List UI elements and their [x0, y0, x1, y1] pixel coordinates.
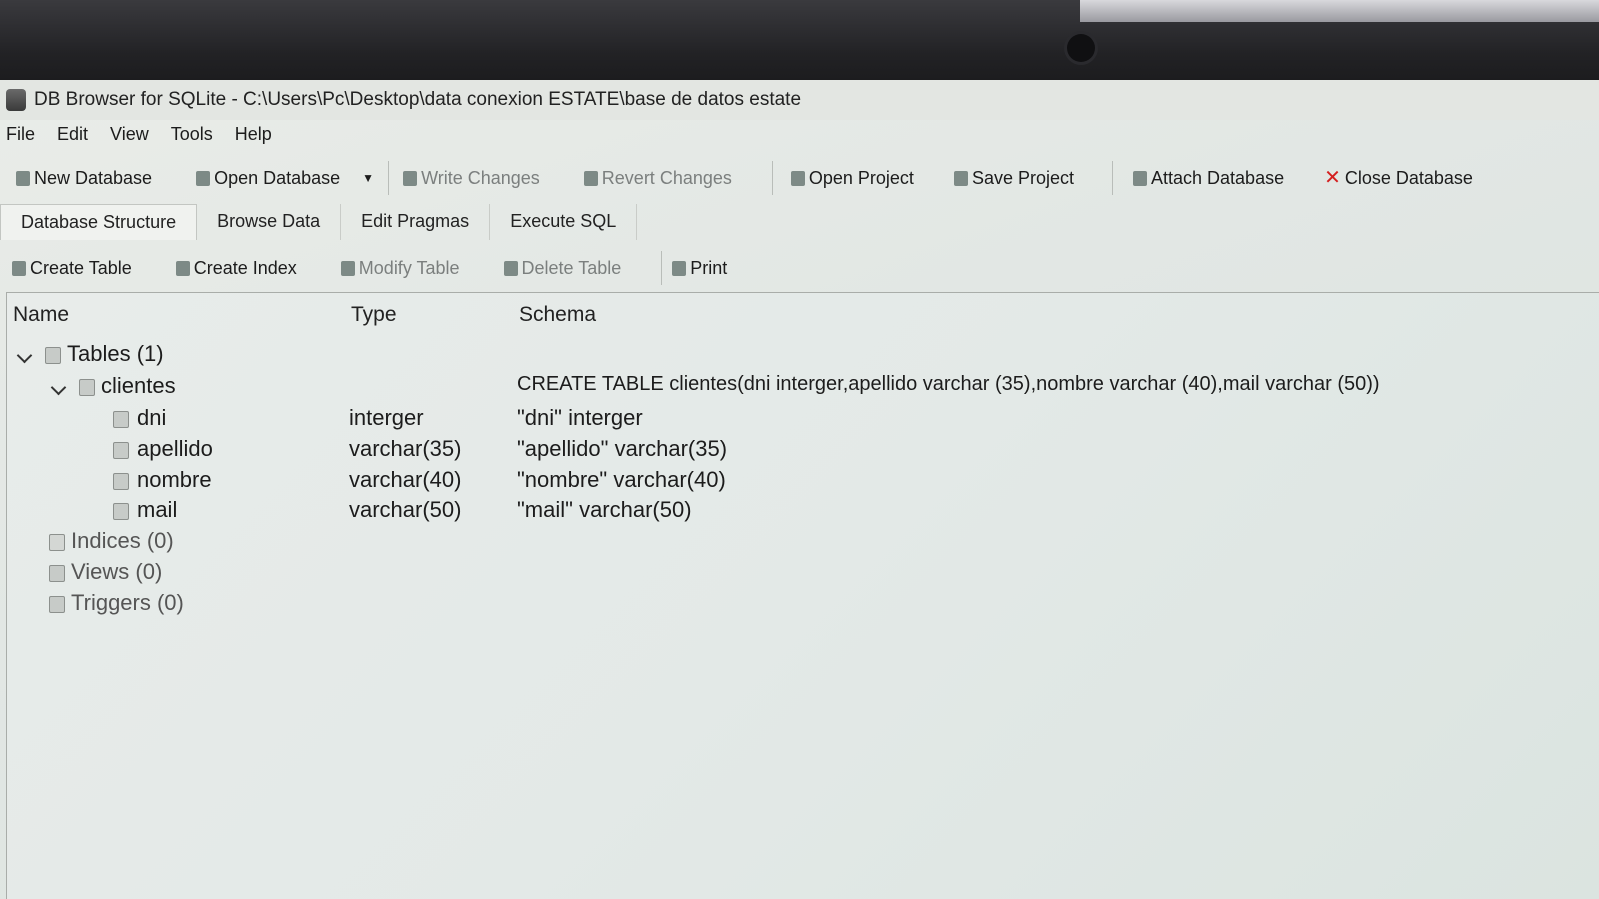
menu-bar: File Edit View Tools Help — [0, 120, 272, 148]
menu-view[interactable]: View — [110, 124, 149, 145]
tree-item-field[interactable]: mail varchar(50) "mail" varchar(50) — [7, 497, 1599, 527]
delete-table-button[interactable]: Delete Table — [503, 258, 621, 279]
chevron-down-icon[interactable] — [50, 379, 67, 396]
field-name: nombre — [137, 467, 212, 492]
toolbar-separator — [661, 251, 663, 285]
table-schema: CREATE TABLE clientes(dni interger,apell… — [517, 373, 1380, 395]
tree-item-field[interactable]: dni interger "dni" interger — [7, 405, 1599, 435]
database-app-icon — [6, 89, 26, 111]
tree-item-field[interactable]: nombre varchar(40) "nombre" varchar(40) — [7, 467, 1599, 497]
column-header-type[interactable]: Type — [351, 303, 397, 327]
revert-changes-icon — [583, 170, 598, 186]
column-header-schema[interactable]: Schema — [519, 303, 596, 327]
table-icon — [79, 379, 95, 396]
menu-file[interactable]: File — [6, 124, 35, 145]
tree-item-triggers[interactable]: Triggers (0) — [7, 590, 1599, 620]
open-database-icon — [196, 170, 211, 186]
field-name: dni — [137, 405, 167, 430]
toolbar-separator — [1112, 161, 1113, 195]
index-icon — [49, 534, 65, 551]
column-header-name[interactable]: Name — [13, 303, 69, 327]
write-changes-button[interactable]: Write Changes — [403, 168, 540, 189]
field-schema: "nombre" varchar(40) — [517, 467, 726, 492]
field-schema: "mail" varchar(50) — [517, 497, 692, 522]
create-index-button[interactable]: Create Index — [175, 258, 297, 279]
field-icon — [113, 473, 129, 490]
open-project-icon — [790, 170, 805, 186]
open-project-button[interactable]: Open Project — [790, 168, 914, 189]
screen-bezel — [0, 0, 1599, 90]
write-changes-icon — [403, 170, 418, 186]
main-toolbar: New Database Open Database ▼ Write Chang… — [0, 156, 1599, 200]
tree-item-tables[interactable]: Tables (1) — [7, 341, 1599, 371]
field-type: interger — [349, 405, 424, 430]
create-index-icon — [175, 260, 190, 276]
toolbar-separator — [771, 161, 773, 195]
tree-item-indices[interactable]: Indices (0) — [7, 528, 1599, 558]
structure-toolbar: Create Table Create Index Modify Table D… — [0, 248, 727, 288]
chevron-down-icon[interactable] — [16, 347, 33, 364]
modify-table-button[interactable]: Modify Table — [340, 258, 460, 279]
view-icon — [49, 565, 65, 582]
table-name: clientes — [101, 373, 176, 398]
screen-glare — [1080, 0, 1599, 22]
menu-tools[interactable]: Tools — [171, 124, 213, 145]
tab-edit-pragmas[interactable]: Edit Pragmas — [341, 204, 491, 240]
tab-execute-sql[interactable]: Execute SQL — [490, 204, 638, 240]
menu-edit[interactable]: Edit — [57, 124, 88, 145]
field-schema: "apellido" varchar(35) — [517, 436, 728, 461]
save-project-icon — [953, 170, 968, 186]
structure-tree: Name Type Schema Tables (1) clientes CRE… — [6, 292, 1599, 899]
tree-item-views[interactable]: Views (0) — [7, 559, 1599, 589]
field-icon — [113, 411, 129, 428]
field-icon — [113, 503, 129, 520]
new-database-icon — [16, 170, 30, 186]
close-icon: ✕ — [1324, 167, 1341, 189]
delete-table-icon — [503, 260, 518, 276]
open-database-dropdown-icon[interactable]: ▼ — [362, 171, 374, 185]
table-group-icon — [45, 347, 61, 364]
tab-database-structure[interactable]: Database Structure — [0, 204, 198, 240]
tree-item-field[interactable]: apellido varchar(35) "apellido" varchar(… — [7, 436, 1599, 466]
trigger-icon — [49, 596, 65, 613]
field-type: varchar(40) — [349, 467, 462, 492]
create-table-button[interactable]: Create Table — [12, 258, 132, 279]
window-title: DB Browser for SQLite - C:\Users\Pc\Desk… — [34, 89, 802, 110]
menu-help[interactable]: Help — [235, 124, 272, 145]
title-bar: DB Browser for SQLite - C:\Users\Pc\Desk… — [0, 80, 1599, 120]
field-type: varchar(35) — [349, 436, 462, 461]
main-tabs: Database Structure Browse Data Edit Prag… — [0, 204, 638, 240]
triggers-label: Triggers (0) — [71, 590, 184, 615]
field-icon — [113, 442, 129, 459]
revert-changes-button[interactable]: Revert Changes — [583, 168, 732, 189]
printer-icon — [672, 260, 687, 276]
webcam — [1067, 34, 1095, 62]
open-database-button[interactable]: Open Database — [196, 168, 340, 189]
tree-item-table-clientes[interactable]: clientes CREATE TABLE clientes(dni inter… — [7, 373, 1599, 403]
field-name: apellido — [137, 436, 213, 461]
field-name: mail — [137, 497, 178, 522]
modify-table-icon — [340, 260, 355, 276]
tab-browse-data[interactable]: Browse Data — [197, 204, 342, 240]
close-database-button[interactable]: ✕ Close Database — [1324, 168, 1473, 189]
field-schema: "dni" interger — [517, 405, 643, 430]
save-project-button[interactable]: Save Project — [953, 168, 1074, 189]
attach-database-icon — [1133, 170, 1147, 186]
create-table-icon — [12, 260, 26, 276]
views-label: Views (0) — [71, 559, 163, 584]
attach-database-button[interactable]: Attach Database — [1133, 168, 1284, 189]
tables-label: Tables (1) — [67, 341, 164, 366]
app-window: DB Browser for SQLite - C:\Users\Pc\Desk… — [0, 80, 1599, 899]
field-type: varchar(50) — [349, 497, 462, 522]
print-button[interactable]: Print — [672, 258, 727, 279]
indices-label: Indices (0) — [71, 528, 174, 553]
new-database-button[interactable]: New Database — [16, 168, 152, 189]
toolbar-separator — [388, 161, 390, 195]
